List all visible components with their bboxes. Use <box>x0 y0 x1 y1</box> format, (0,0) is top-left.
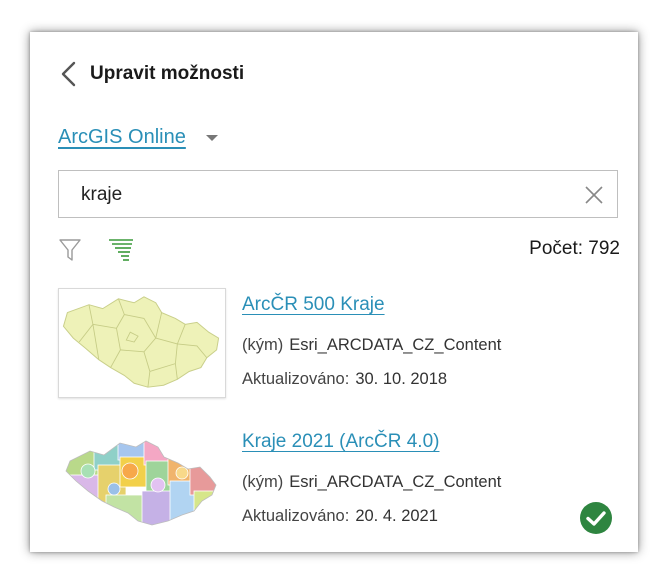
page-title: Upravit možnosti <box>90 63 245 84</box>
edit-options-panel: Upravit možnosti ArcGIS Online Počet: 79… <box>30 32 638 552</box>
list-item: ArcČR 500 Kraje (kým) Esri_ARCDATA_CZ_Con… <box>58 288 618 400</box>
item-updated: Aktualizováno: 20. 4. 2021 <box>242 507 438 526</box>
owner-label: (kým) <box>242 336 284 354</box>
item-thumbnail[interactable] <box>58 288 226 398</box>
item-thumbnail[interactable] <box>58 425 226 535</box>
result-count: Počet: 792 <box>529 238 620 259</box>
panel-header: Upravit možnosti <box>58 60 244 88</box>
item-title-link[interactable]: Kraje 2021 (ArcČR 4.0) <box>242 431 439 453</box>
chevron-left-icon[interactable] <box>58 60 80 88</box>
updated-label: Aktualizováno: <box>242 507 350 525</box>
owner-value: Esri_ARCDATA_CZ_Content <box>289 473 502 491</box>
filter-icon[interactable] <box>58 237 82 263</box>
item-updated: Aktualizováno: 30. 10. 2018 <box>242 370 447 389</box>
updated-label: Aktualizováno: <box>242 370 350 388</box>
search-box <box>58 170 618 218</box>
list-item: Kraje 2021 (ArcČR 4.0) (kým) Esri_ARCDATA… <box>58 425 618 537</box>
updated-value: 30. 10. 2018 <box>355 370 448 388</box>
source-label[interactable]: ArcGIS Online <box>58 126 186 149</box>
owner-value: Esri_ARCDATA_CZ_Content <box>289 336 502 354</box>
checkmark-circle-icon[interactable] <box>579 501 613 535</box>
item-owner: (kým) Esri_ARCDATA_CZ_Content <box>242 473 501 492</box>
map-thumbnail-image <box>62 296 220 388</box>
updated-value: 20. 4. 2021 <box>355 507 438 525</box>
caret-down-icon[interactable] <box>205 134 218 141</box>
sort-icon[interactable] <box>108 237 134 263</box>
map-thumbnail-image <box>65 440 217 526</box>
close-icon[interactable] <box>583 184 605 206</box>
owner-label: (kým) <box>242 473 284 491</box>
item-title-link[interactable]: ArcČR 500 Kraje <box>242 294 385 316</box>
search-input[interactable] <box>81 182 561 208</box>
source-dropdown[interactable]: ArcGIS Online <box>58 126 218 149</box>
item-owner: (kým) Esri_ARCDATA_CZ_Content <box>242 336 501 355</box>
